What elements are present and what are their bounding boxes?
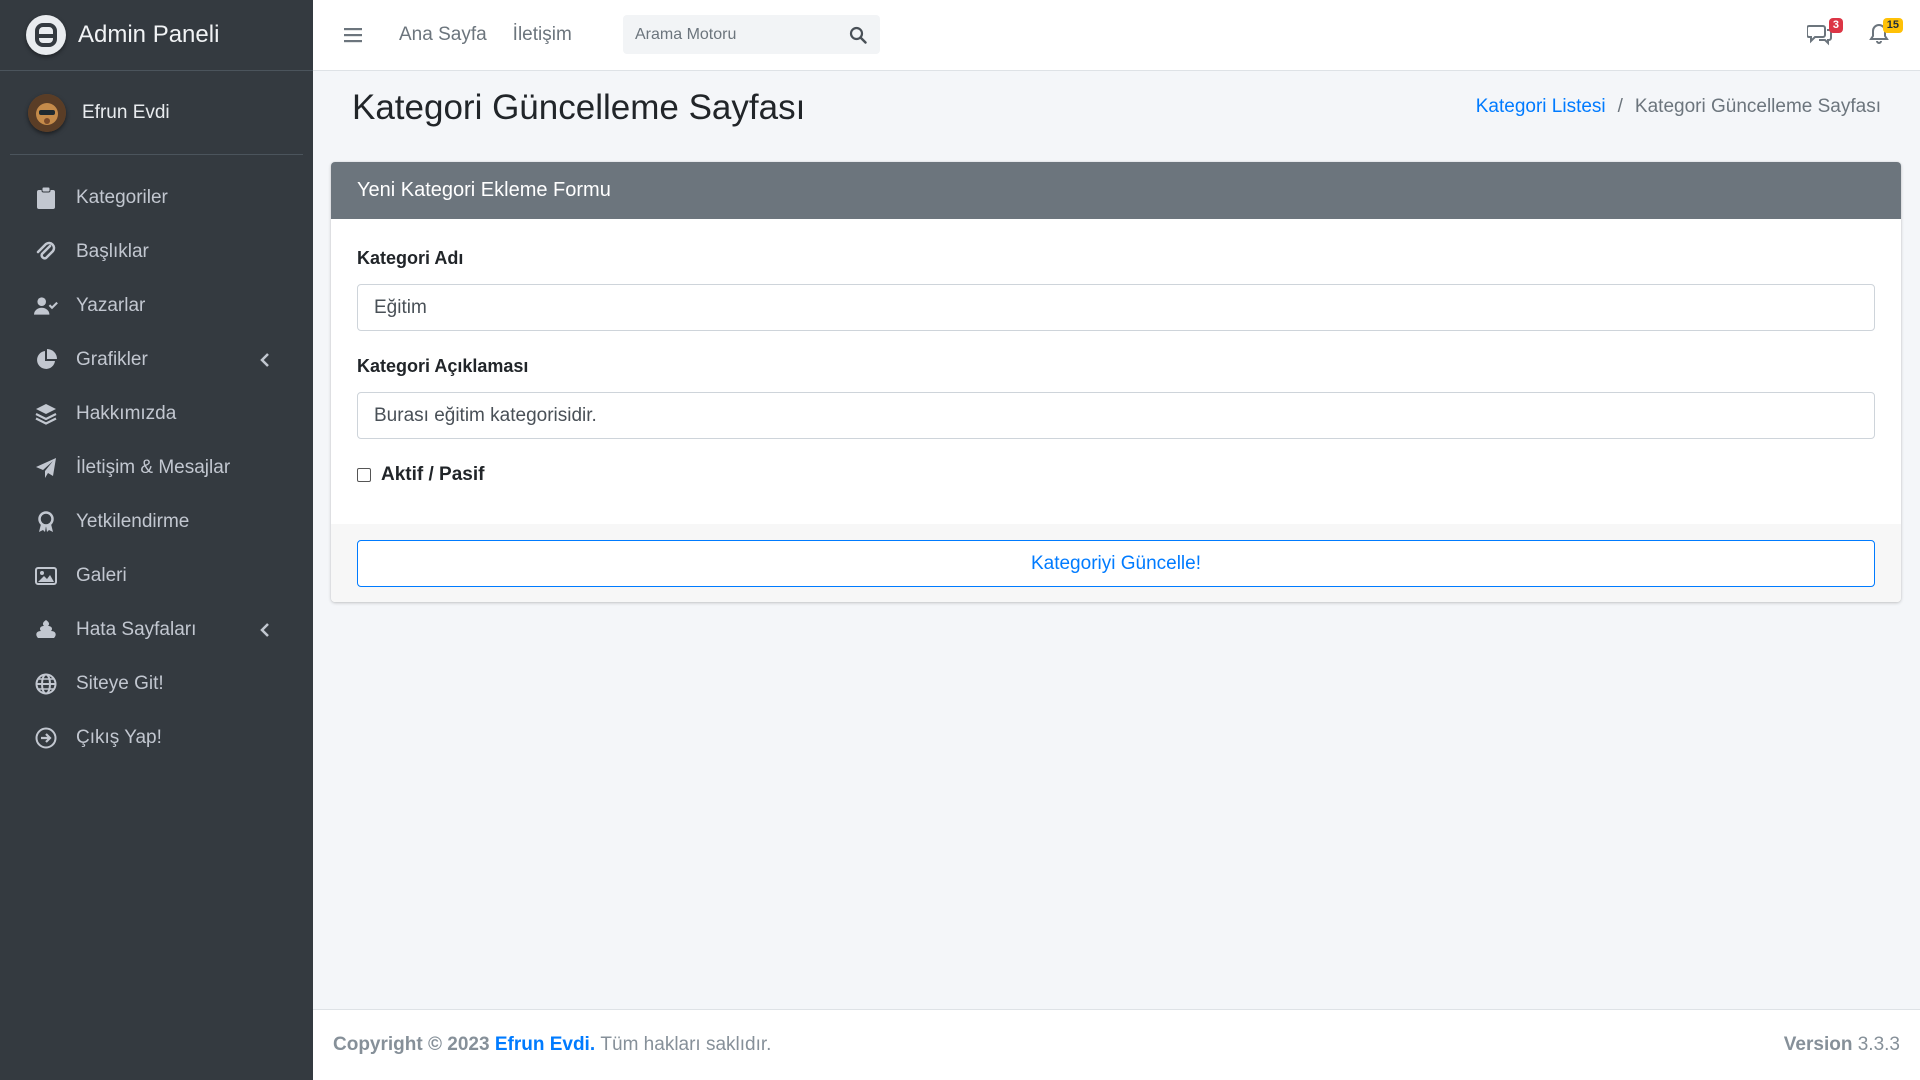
sidebar-item-label: Hakkımızda: [76, 403, 177, 424]
sidebar-item-label: Kategoriler: [76, 187, 168, 208]
sidebar-item-kategoriler[interactable]: Kategoriler: [10, 171, 303, 225]
footer-company-link[interactable]: Efrun Evdi.: [495, 1034, 595, 1056]
top-navbar: Ana Sayfa İletişim 3 15: [313, 0, 1920, 71]
search-box: [623, 15, 880, 54]
category-form-card: Yeni Kategori Ekleme Formu Kategori Adı …: [331, 162, 1901, 602]
sidebar-item-cikis-yap[interactable]: Çıkış Yap!: [10, 711, 303, 765]
poo-icon: [34, 618, 58, 642]
sidebar-item-label: Grafikler: [76, 349, 148, 370]
notifications-dropdown[interactable]: 15: [1867, 18, 1903, 50]
sidebar-item-grafikler[interactable]: Grafikler: [10, 333, 303, 387]
sidebar-item-galeri[interactable]: Galeri: [10, 549, 303, 603]
chevron-left-icon: [260, 623, 269, 637]
notifications-badge: 15: [1882, 18, 1903, 33]
clipboard-icon: [34, 186, 58, 210]
brand-logo-icon: [26, 15, 66, 55]
user-check-icon: [34, 294, 58, 318]
version-number: 3.3.3: [1857, 1034, 1900, 1055]
nav-link-ana-sayfa[interactable]: Ana Sayfa: [399, 24, 487, 46]
content-header: Kategori Güncelleme Sayfası: [352, 88, 805, 128]
avatar: [28, 93, 66, 132]
sidebar-item-iletisim[interactable]: İletişim & Mesajlar: [10, 441, 303, 495]
card-header: Yeni Kategori Ekleme Formu: [331, 162, 1901, 219]
search-button[interactable]: [838, 15, 878, 54]
footer-rights-text: Tüm hakları saklıdır.: [600, 1034, 772, 1055]
card-title: Yeni Kategori Ekleme Formu: [357, 179, 611, 201]
sidebar-item-yetkilendirme[interactable]: Yetkilendirme: [10, 495, 303, 549]
breadcrumb-current: Kategori Güncelleme Sayfası: [1634, 96, 1881, 117]
paper-plane-icon: [34, 456, 58, 480]
sidebar-item-basliklar[interactable]: Başlıklar: [10, 225, 303, 279]
sidebar-item-siteye-git[interactable]: Siteye Git!: [10, 657, 303, 711]
globe-icon: [34, 672, 58, 696]
sidebar-item-label: Yetkilendirme: [76, 511, 190, 532]
breadcrumb-separator: /: [1617, 96, 1623, 117]
hamburger-menu-icon[interactable]: [341, 23, 365, 47]
version-label: Version: [1783, 1034, 1853, 1055]
brand-title: Admin Paneli: [78, 21, 220, 48]
nav-link-iletisim[interactable]: İletişim: [513, 24, 572, 46]
sidebar-item-label: Hata Sayfaları: [76, 619, 197, 640]
sidebar-item-label: İletişim & Mesajlar: [76, 457, 231, 478]
page-title: Kategori Güncelleme Sayfası: [352, 88, 806, 127]
user-panel[interactable]: Efrun Evdi: [10, 71, 303, 155]
search-input[interactable]: [623, 25, 838, 44]
chart-pie-icon: [34, 348, 58, 372]
sidebar-item-hakkimizda[interactable]: Hakkımızda: [10, 387, 303, 441]
category-description-label: Kategori Açıklaması: [357, 356, 529, 376]
brand[interactable]: Admin Paneli: [0, 0, 313, 71]
update-category-button[interactable]: Kategoriyi Güncelle!: [357, 540, 1875, 587]
active-checkbox-label: Aktif / Pasif: [381, 464, 485, 485]
layer-group-icon: [34, 402, 58, 426]
sidebar-nav: Kategoriler Başlıklar Yazarlar Grafikler…: [0, 171, 313, 765]
search-icon: [849, 26, 867, 44]
sidebar: Admin Paneli Efrun Evdi Kategoriler Başl…: [0, 0, 313, 1080]
sidebar-item-label: Çıkış Yap!: [76, 727, 162, 748]
update-category-button-label: Kategoriyi Güncelle!: [1030, 552, 1202, 574]
user-name: Efrun Evdi: [82, 101, 170, 123]
active-toggle[interactable]: Aktif / Pasif: [357, 464, 484, 486]
paperclip-icon: [34, 240, 58, 264]
copyright-text: Copyright © 2023: [333, 1034, 490, 1055]
award-icon: [34, 510, 58, 534]
chevron-left-icon: [260, 353, 269, 367]
sidebar-item-label: Başlıklar: [76, 241, 149, 262]
sidebar-item-label: Galeri: [76, 565, 127, 586]
breadcrumb-link-kategori-listesi[interactable]: Kategori Listesi: [1476, 96, 1606, 118]
category-name-value: Eğitim: [374, 296, 427, 318]
messages-badge: 3: [1828, 18, 1843, 33]
sidebar-item-label: Siteye Git!: [76, 673, 164, 694]
messages-dropdown[interactable]: 3: [1806, 18, 1843, 50]
sign-out-icon: [34, 726, 58, 750]
category-name-label: Kategori Adı: [357, 248, 464, 268]
active-checkbox[interactable]: [357, 468, 371, 482]
category-name-input[interactable]: Eğitim: [357, 284, 1875, 331]
image-icon: [34, 564, 58, 588]
sidebar-item-yazarlar[interactable]: Yazarlar: [10, 279, 303, 333]
sidebar-item-hata-sayfalari[interactable]: Hata Sayfaları: [10, 603, 303, 657]
sidebar-item-label: Yazarlar: [76, 295, 146, 316]
page-footer: Copyright © 2023 Efrun Evdi. Tüm hakları…: [313, 1009, 1920, 1080]
breadcrumb: Kategori Listesi / Kategori Güncelleme S…: [1476, 96, 1881, 118]
category-description-input[interactable]: Burası eğitim kategorisidir.: [357, 392, 1875, 439]
category-description-value: Burası eğitim kategorisidir.: [374, 404, 597, 426]
